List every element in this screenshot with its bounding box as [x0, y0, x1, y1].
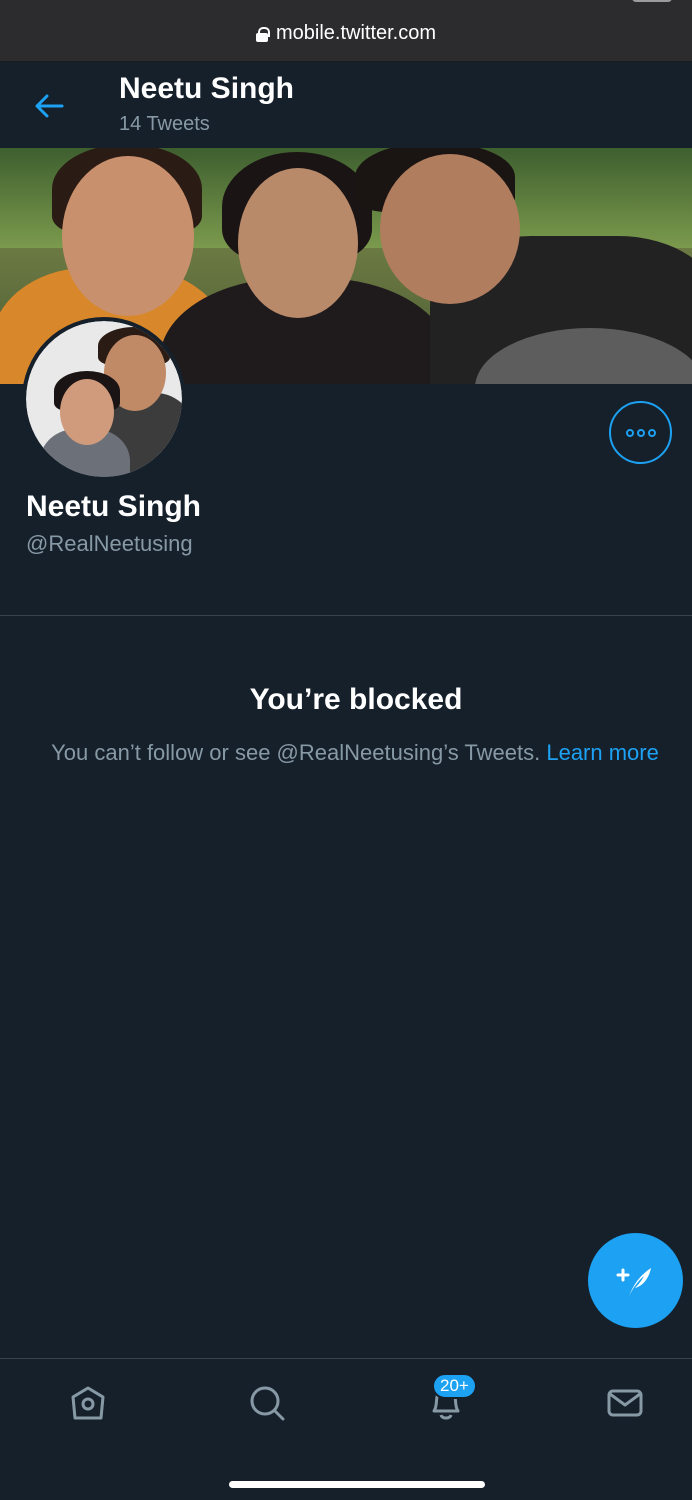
back-arrow-icon: [35, 94, 64, 118]
blocked-title: You’re blocked: [249, 683, 463, 716]
bottom-navigation: [0, 1358, 692, 1500]
blocked-message-text: You can’t follow or see @RealNeetusing’s…: [51, 740, 541, 765]
blocked-message: You can’t follow or see @RealNeetusing’s…: [40, 737, 670, 769]
nav-search[interactable]: [245, 1381, 289, 1425]
profile-page: mobile.twitter.com Neetu Singh 14 Tweets: [0, 0, 692, 1500]
tweet-count: 14 Tweets: [119, 113, 210, 135]
learn-more-link[interactable]: Learn more: [546, 740, 659, 765]
profile-handle: @RealNeetusing: [26, 531, 193, 556]
compose-tweet-button[interactable]: [588, 1233, 683, 1328]
url-text: mobile.twitter.com: [275, 22, 437, 44]
status-bar-right: [558, 0, 672, 2]
profile-name: Neetu Singh: [26, 490, 202, 523]
avatar[interactable]: [22, 317, 186, 481]
more-options-button[interactable]: [609, 401, 672, 464]
more-icon: [625, 428, 634, 437]
compose-tweet-icon: [616, 1267, 651, 1296]
url-display[interactable]: mobile.twitter.com: [0, 22, 692, 45]
nav-messages[interactable]: [603, 1381, 647, 1425]
browser-url-bar[interactable]: mobile.twitter.com: [0, 0, 692, 62]
profile-header: Neetu Singh 14 Tweets: [0, 62, 692, 148]
battery-icon: [632, 0, 672, 2]
header-title: Neetu Singh: [119, 72, 295, 105]
status-bar-left: [52, 0, 98, 4]
lock-icon: [255, 26, 270, 42]
mail-icon: [607, 1389, 643, 1417]
divider: [0, 615, 692, 616]
back-button[interactable]: [30, 88, 68, 124]
notification-badge: 20+: [432, 1373, 477, 1399]
home-indicator[interactable]: [229, 1481, 485, 1488]
home-icon: [71, 1386, 105, 1420]
nav-home[interactable]: [66, 1381, 110, 1425]
search-icon: [250, 1386, 285, 1421]
